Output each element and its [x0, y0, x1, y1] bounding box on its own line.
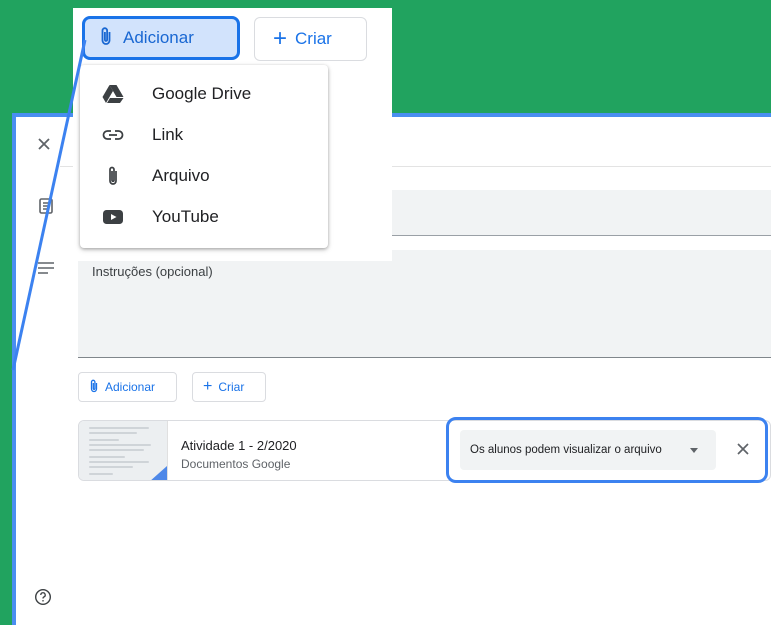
menu-item-link[interactable]: Link — [80, 115, 328, 155]
menu-item-file[interactable]: Arquivo — [80, 156, 328, 196]
create-button[interactable]: + Criar — [192, 372, 266, 402]
attachment-type: Documentos Google — [181, 457, 291, 471]
youtube-icon — [102, 206, 124, 228]
instructions-placeholder: Instruções (opcional) — [92, 264, 213, 279]
remove-attachment-icon[interactable] — [734, 440, 752, 458]
plus-icon: + — [203, 378, 213, 395]
create-button-zoomed-label: Criar — [295, 29, 332, 48]
menu-item-label: Link — [152, 125, 184, 144]
caret-down-icon — [690, 448, 698, 453]
plus-icon: + — [273, 25, 288, 52]
menu-item-label: YouTube — [152, 207, 219, 226]
link-icon — [102, 124, 124, 146]
permission-dropdown[interactable]: Os alunos podem visualizar o arquivo — [460, 430, 716, 470]
assignment-icon — [37, 197, 55, 215]
create-button-label: Criar — [218, 380, 245, 394]
paperclip-icon — [102, 165, 124, 187]
menu-item-label: Arquivo — [152, 166, 210, 185]
add-button-label: Adicionar — [105, 380, 156, 394]
document-thumbnail — [79, 421, 168, 480]
add-menu: Google Drive Link Arquivo YouTube — [80, 65, 328, 248]
create-button-zoomed[interactable]: + Criar — [254, 17, 367, 61]
paperclip-icon — [89, 379, 99, 396]
menu-item-google-drive[interactable]: Google Drive — [80, 74, 328, 114]
menu-item-label: Google Drive — [152, 84, 252, 103]
google-drive-icon — [102, 83, 124, 105]
attachment-title[interactable]: Atividade 1 - 2/2020 — [181, 438, 297, 453]
permission-value: Os alunos podem visualizar o arquivo — [470, 444, 662, 456]
add-button-zoomed[interactable]: Adicionar — [82, 16, 240, 60]
menu-item-youtube[interactable]: YouTube — [80, 197, 328, 237]
add-button[interactable]: Adicionar — [78, 372, 177, 402]
help-icon[interactable] — [34, 588, 52, 606]
close-icon[interactable] — [34, 134, 54, 154]
paperclip-icon — [99, 26, 113, 51]
add-button-zoomed-label: Adicionar — [123, 28, 194, 47]
notes-icon — [37, 261, 55, 275]
